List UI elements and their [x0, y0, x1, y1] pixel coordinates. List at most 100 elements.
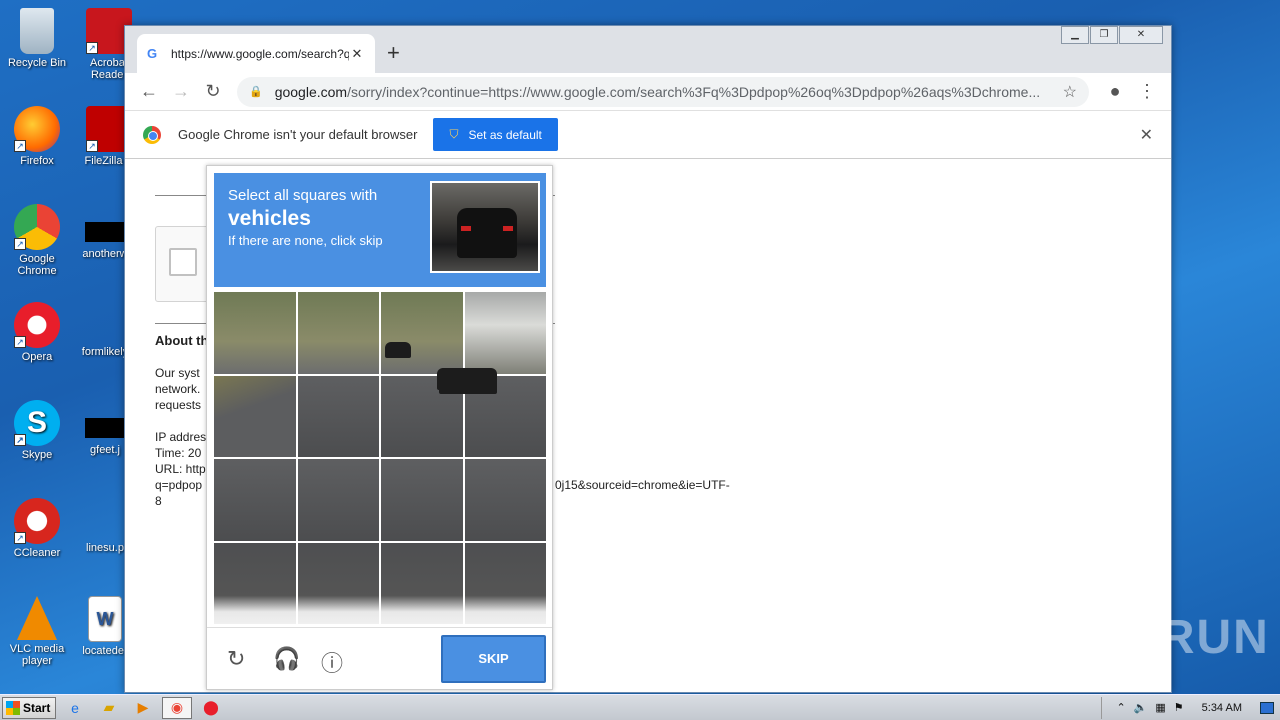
profile-icon[interactable]: ●	[1099, 81, 1131, 102]
request-meta: IP addres Time: 20 URL: http q=pdpop 8	[155, 429, 206, 509]
desktop-icon-firefox[interactable]: ↗ Firefox	[0, 106, 74, 167]
desktop-icon-label: VLC media player	[9, 643, 65, 667]
file-icon	[85, 222, 125, 242]
anyrun-watermark: ANY RUN	[1038, 611, 1270, 664]
vlc-icon	[17, 596, 57, 640]
grid-tile[interactable]	[213, 458, 297, 542]
address-bar[interactable]: 🔒 google.com/sorry/index?continue=https:…	[237, 76, 1089, 107]
explorer-taskbar-icon[interactable]: ▰	[94, 697, 124, 719]
grid-tile[interactable]	[296, 291, 380, 375]
bookmark-star-icon[interactable]: ☆	[1063, 82, 1077, 102]
menu-kebab-icon[interactable]: ⋮	[1131, 81, 1163, 102]
windows-logo-icon	[6, 700, 20, 715]
forward-icon[interactable]: →	[165, 81, 197, 102]
car-in-tile	[438, 367, 497, 394]
challenge-header: Select all squares with vehicles If ther…	[214, 173, 546, 287]
text-line: requests	[155, 398, 202, 412]
recaptcha-checkbox[interactable]	[169, 248, 197, 276]
audio-challenge-icon[interactable]: 🎧	[273, 646, 300, 672]
firefox-icon: ↗	[14, 106, 60, 152]
close-infobar-icon[interactable]: ✕	[1140, 125, 1153, 145]
challenge-image-grid	[213, 291, 547, 625]
url-host: google.com	[274, 83, 348, 100]
media-player-taskbar-icon[interactable]: ▶	[128, 697, 158, 719]
grid-tile[interactable]	[380, 541, 464, 625]
back-icon[interactable]: ←	[133, 81, 165, 102]
desktop-icon-label: Skype	[21, 449, 53, 461]
tab-active[interactable]: G https://www.google.com/search?q= ✕	[137, 34, 375, 73]
tab-strip: G https://www.google.com/search?q= ✕ + ▁…	[125, 26, 1171, 73]
close-tab-icon[interactable]: ✕	[349, 46, 365, 62]
grid-tile[interactable]	[213, 541, 297, 625]
ie-taskbar-icon[interactable]: e	[60, 697, 90, 719]
opera-taskbar-icon[interactable]: ⬤	[196, 697, 226, 719]
reload-challenge-icon[interactable]: ↻	[227, 646, 245, 672]
instruction-subline: If there are none, click skip	[228, 233, 383, 248]
chrome-icon: ↗	[14, 204, 60, 250]
minimize-button[interactable]: ▁	[1061, 26, 1089, 44]
url-tail-text: 0j15&sourceid=chrome&ie=UTF-	[555, 478, 730, 492]
ccleaner-icon: ↗	[14, 498, 60, 544]
text-line: 8	[155, 494, 162, 508]
url-path: /sorry/index?continue=https://www.google…	[347, 83, 1041, 100]
volume-icon[interactable]: 🔈	[1134, 701, 1148, 714]
tray-expand-icon[interactable]: ⌃	[1116, 701, 1125, 714]
taskbar: Start e ▰ ▶ ◉ ⬤ ⌃ 🔈 ▦ ⚑ 5:34 AM	[0, 694, 1280, 720]
address-url: google.com/sorry/index?continue=https://…	[275, 84, 1055, 100]
action-center-flag-icon[interactable]: ⚑	[1174, 701, 1184, 714]
grid-tile[interactable]	[213, 291, 297, 375]
desktop-icon-label: Opera	[21, 351, 53, 363]
start-button[interactable]: Start	[2, 696, 56, 719]
show-desktop-icon[interactable]	[1260, 701, 1274, 714]
text-line: q=pdpop	[155, 478, 203, 492]
grid-tile[interactable]	[463, 541, 547, 625]
start-label: Start	[23, 700, 51, 715]
text-line: Our syst	[155, 366, 200, 380]
grid-tile[interactable]	[463, 458, 547, 542]
reload-icon[interactable]: ↻	[197, 81, 229, 102]
desktop-icon-ccleaner[interactable]: ↗ CCleaner	[0, 498, 74, 559]
info-icon[interactable]: ⓘ	[321, 646, 343, 678]
desktop-icon-skype[interactable]: S ↗ Skype	[0, 400, 74, 461]
recycle-bin-icon	[20, 8, 54, 54]
grid-tile[interactable]	[296, 458, 380, 542]
network-icon[interactable]: ▦	[1155, 701, 1165, 714]
file-icon	[85, 516, 125, 536]
word-icon: W	[88, 596, 122, 642]
system-tray: ⌃ 🔈 ▦ ⚑ 5:34 AM	[1101, 696, 1280, 719]
grid-tile[interactable]	[380, 458, 464, 542]
grid-tile[interactable]	[296, 541, 380, 625]
grid-tile[interactable]	[463, 291, 547, 375]
new-tab-icon[interactable]: +	[387, 40, 400, 66]
desktop-icon-label: Google Chrome	[17, 253, 57, 277]
skip-button[interactable]: SKIP	[441, 635, 546, 683]
lock-icon[interactable]: 🔒	[249, 85, 263, 98]
uac-shield-icon: ⛉	[449, 127, 459, 141]
chrome-taskbar-icon[interactable]: ◉	[162, 696, 192, 719]
grid-tile[interactable]	[213, 374, 297, 458]
car-in-tile	[385, 342, 411, 358]
grid-tile[interactable]	[296, 374, 380, 458]
skype-icon: S ↗	[14, 400, 60, 446]
instruction-target: vehicles	[228, 207, 311, 230]
clock[interactable]: 5:34 AM	[1202, 702, 1242, 714]
close-window-button[interactable]: ✕	[1119, 26, 1163, 44]
desktop-icon-opera[interactable]: ↗ Opera	[0, 302, 74, 363]
chrome-logo-icon	[143, 125, 161, 144]
maximize-button[interactable]: ❐	[1090, 26, 1118, 44]
set-as-default-button[interactable]: ⛉ Set as default	[433, 118, 558, 151]
desktop-icon-vlc[interactable]: VLC media player	[0, 596, 74, 667]
grid-tile[interactable]	[380, 291, 464, 375]
about-heading: About th	[155, 333, 209, 348]
text-line: Time: 20	[155, 446, 202, 460]
desktop-icon-label: Recycle Bin	[7, 57, 67, 69]
text-line: IP addres	[155, 430, 207, 444]
opera-icon: ↗	[14, 302, 60, 348]
challenge-footer: ↻ 🎧 ⓘ SKIP	[207, 627, 552, 689]
desktop-icon-label: Firefox	[20, 155, 54, 167]
text-line: network.	[155, 382, 201, 396]
grid-tile[interactable]	[438, 367, 547, 458]
desktop-icon-recycle-bin[interactable]: Recycle Bin	[0, 8, 74, 69]
desktop-icon-chrome[interactable]: ↗ Google Chrome	[0, 204, 74, 277]
infobar-message: Google Chrome isn't your default browser	[178, 127, 418, 142]
